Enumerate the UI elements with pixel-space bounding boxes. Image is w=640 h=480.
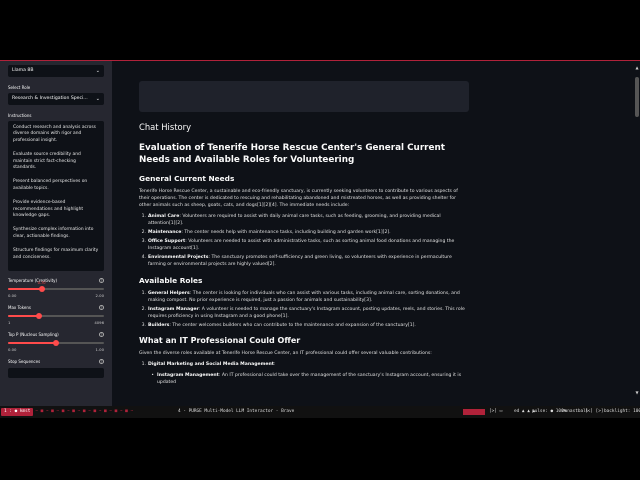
stop-sequences-input[interactable] (8, 368, 104, 378)
needs-intro: Tenerife Horse Rescue Center, a sustaina… (139, 189, 458, 208)
top-p-slider[interactable] (8, 340, 104, 346)
slider-max: 2.00 (95, 293, 104, 298)
slider-thumb[interactable] (53, 340, 59, 346)
needs-list: 1. Animal Care: Volunteers are required t… (139, 213, 469, 268)
main-content: Chat History Evaluation of Tenerife Hors… (139, 81, 469, 406)
list-item: 2. Maintenance: The center needs help wit… (141, 230, 391, 235)
page-scrollbar[interactable]: ▲ ▼ (634, 65, 640, 395)
indicator-block (463, 409, 485, 415)
brightness-controls[interactable]: [<] [>] (585, 406, 604, 418)
list-item: 2. Instagram Manager: A volunteer is need… (141, 307, 465, 319)
system-status-bar: 1 : ● kmst ■ ~ ■ ~ ■ ~ ■ ~ ■ ~ ■ ~ ■ ~ ■… (0, 406, 640, 418)
instruction-line: Synthesize complex information into clea… (13, 227, 94, 239)
help-icon[interactable]: ? (99, 305, 104, 310)
top-p-slider-block: Top P (Nucleus Sampling) ? 0.00 1.00 (8, 331, 104, 352)
slider-max: 4096 (94, 320, 104, 325)
list-item: 3. Builders: The center welcomes builders… (141, 323, 416, 328)
help-icon[interactable]: ? (99, 278, 104, 283)
roles-heading: Available Roles (139, 276, 203, 285)
chevron-down-icon: ⌄ (95, 96, 100, 102)
chevron-down-icon: ⌄ (95, 68, 100, 74)
max-tokens-label: Max Tokens (8, 305, 32, 310)
sidebar: Llama 8B ⌄ Select Role Research & Invest… (0, 61, 112, 406)
roles-list: 1. General Helpers: The center is looking… (139, 290, 469, 329)
scroll-thumb[interactable] (635, 77, 639, 117)
instruction-line: Evaluate source credibility and maintain… (13, 152, 81, 171)
slider-min: 0.00 (8, 347, 17, 352)
workspace-tabs[interactable]: ■ ~ ■ ~ ■ ~ ■ ~ ■ ~ ■ ~ ■ ~ ■ ~ ■ ~ ■ ~ (30, 406, 133, 418)
list-item: 1. Animal Care: Volunteers are required t… (141, 214, 441, 226)
temperature-slider[interactable]: 0.70 (8, 281, 104, 292)
instruction-line: Structure findings for maximum clarity a… (13, 248, 99, 260)
instruction-line: Provide evidence-based recommendations a… (13, 200, 84, 219)
list-item: 3. Office Support: Volunteers are needed … (141, 239, 455, 251)
help-icon[interactable]: ? (99, 359, 104, 364)
slider-thumb[interactable] (38, 286, 45, 292)
stop-sequences-block: Stop Sequences ? (8, 358, 104, 378)
window-title: 4 - PURGE Multi-Model LLM Interactor - B… (178, 409, 295, 414)
slider-fill (8, 288, 42, 290)
model-select-value: Llama 8B (12, 68, 34, 73)
instruction-line: Present balanced perspectives on availab… (13, 179, 88, 191)
scroll-up-icon[interactable]: ▲ (634, 65, 640, 70)
slider-fill (8, 315, 39, 317)
temperature-label: Temperature (Creativity) (8, 278, 58, 283)
max-tokens-slider[interactable] (8, 313, 104, 319)
max-tokens-slider-block: Max Tokens ? 1 4096 (8, 304, 104, 325)
top-p-label: Top P (Nucleus Sampling) (8, 332, 59, 337)
it-list: 1. Digital Marketing and Social Media Man… (139, 361, 469, 368)
list-item: 1. General Helpers: The center is looking… (141, 291, 460, 303)
needs-heading: General Current Needs (139, 174, 235, 183)
model-select[interactable]: Llama 8B ⌄ (8, 65, 104, 77)
backlight-status: backlight: 100% (604, 409, 640, 414)
list-item: 4. Environmental Projects: The sanctuary … (141, 255, 452, 267)
it-intro: Given the diverse roles available at Ten… (139, 351, 432, 356)
temperature-value: 0.70 (37, 281, 46, 285)
stop-sequences-label: Stop Sequences (8, 359, 41, 364)
slider-min: 1 (8, 320, 11, 325)
slider-thumb[interactable] (35, 313, 42, 319)
chat-input-box[interactable] (139, 81, 469, 112)
chat-history-title: Chat History (139, 122, 192, 132)
list-item: • Instagram Management: An IT professiona… (151, 373, 462, 385)
browser-viewport: Llama 8B ⌄ Select Role Research & Invest… (0, 60, 640, 418)
list-item: 1. Digital Marketing and Social Media Man… (141, 362, 276, 367)
role-label: Select Role (8, 85, 31, 90)
temperature-slider-block: Temperature (Creativity) ? 0.70 0.00 2.0… (8, 277, 104, 298)
help-icon[interactable]: ? (99, 332, 104, 337)
role-select[interactable]: Research & Investigation Speci... ⌄ (8, 93, 104, 105)
it-heading: What an IT Professional Could Offer (139, 336, 301, 345)
instructions-label: Instructions (8, 113, 32, 118)
slider-min: 0.00 (8, 293, 17, 298)
instructions-textarea[interactable]: Conduct research and analysis across div… (8, 121, 104, 271)
response-title: Evaluation of Tenerife Horse Rescue Cent… (139, 143, 445, 165)
it-sublist: • Instagram Management: An IT professiona… (139, 372, 469, 386)
slider-fill (8, 342, 56, 344)
role-select-value: Research & Investigation Speci... (12, 96, 88, 101)
instruction-line: Conduct research and analysis across div… (13, 125, 96, 143)
workspace-tag[interactable]: 1 : ● kmst (1, 408, 34, 416)
scroll-down-icon[interactable]: ▼ (634, 390, 640, 395)
tray-icons[interactable]: [>] ▭ (489, 406, 502, 418)
slider-max: 1.00 (95, 347, 104, 352)
